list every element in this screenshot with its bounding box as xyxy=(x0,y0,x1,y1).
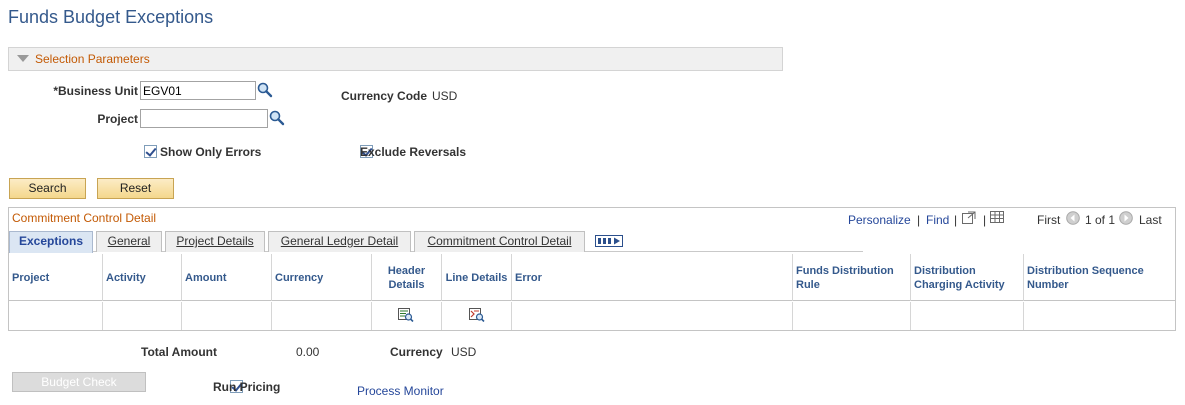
previous-arrow-icon[interactable] xyxy=(1066,211,1080,225)
section-label: Selection Parameters xyxy=(35,52,150,66)
col-header-error[interactable]: Error xyxy=(512,254,793,301)
process-monitor-link[interactable]: Process Monitor xyxy=(357,384,444,398)
footer-currency-label: Currency xyxy=(390,345,443,359)
selection-parameters-header[interactable]: Selection Parameters xyxy=(8,47,783,71)
project-label: Project xyxy=(97,112,138,126)
footer-currency-value: USD xyxy=(451,345,477,359)
tab-label: General xyxy=(107,234,151,248)
col-header-distribution-charging-activity[interactable]: Distribution Charging Activity xyxy=(911,254,1024,301)
tab-exceptions[interactable]: Exceptions xyxy=(9,231,93,253)
tab-label: Exceptions xyxy=(18,234,84,248)
view-all-icon[interactable] xyxy=(962,211,976,224)
row-range: 1 of 1 xyxy=(1085,213,1116,227)
exclude-reversals-label: Exclude Reversals xyxy=(360,145,467,159)
cell-funds-distribution-rule xyxy=(793,302,911,330)
nav-separator: | xyxy=(917,213,921,227)
find-link[interactable]: Find xyxy=(926,213,949,227)
page-title: Funds Budget Exceptions xyxy=(8,7,214,27)
nav-separator: | xyxy=(983,213,987,227)
last-label: Last xyxy=(1139,213,1162,227)
show-only-errors-label: Show Only Errors xyxy=(160,145,262,159)
reset-button[interactable]: Reset xyxy=(97,178,174,199)
nav-separator: | xyxy=(954,213,958,227)
grid-caption: Commitment Control Detail xyxy=(12,211,157,225)
tab-label: Commitment Control Detail xyxy=(427,234,572,248)
run-pricing-label: Run Pricing xyxy=(213,380,281,394)
show-only-errors-checkbox[interactable] xyxy=(144,145,157,158)
tab-general[interactable]: General xyxy=(96,231,162,252)
col-header-header-details: Header Details xyxy=(372,254,442,301)
tab-label: General Ledger Detail xyxy=(280,234,399,248)
cell-currency xyxy=(272,302,372,330)
project-input[interactable] xyxy=(140,109,268,128)
business-unit-input[interactable] xyxy=(140,81,256,100)
col-header-activity[interactable]: Activity xyxy=(103,254,182,301)
cell-activity xyxy=(103,302,182,330)
tab-label: Project Details xyxy=(176,234,254,248)
tab-commitment-control-detail[interactable]: Commitment Control Detail xyxy=(414,231,585,252)
col-header-project[interactable]: Project xyxy=(9,254,103,301)
cell-amount xyxy=(182,302,272,330)
tab-project-details[interactable]: Project Details xyxy=(165,231,265,252)
col-header-amount[interactable]: Amount xyxy=(182,254,272,301)
project-lookup-icon[interactable] xyxy=(269,110,285,126)
next-arrow-icon[interactable] xyxy=(1119,211,1133,225)
currency-code-label: Currency Code xyxy=(341,89,428,103)
cell-distribution-charging-activity xyxy=(911,302,1024,330)
collapse-triangle-icon[interactable] xyxy=(17,55,29,62)
business-unit-lookup-icon[interactable] xyxy=(257,82,273,98)
search-button[interactable]: Search xyxy=(9,178,86,199)
col-header-line-details: Line Details xyxy=(442,254,512,301)
line-details-drill-icon[interactable] xyxy=(469,308,485,322)
first-label: First xyxy=(1037,213,1061,227)
col-header-currency[interactable]: Currency xyxy=(272,254,372,301)
show-all-columns-icon[interactable] xyxy=(595,235,623,247)
budget-check-button[interactable]: Budget Check xyxy=(12,372,146,392)
cell-project xyxy=(9,302,103,330)
currency-code-value: USD xyxy=(432,89,458,103)
total-amount-label: Total Amount xyxy=(141,345,217,359)
download-grid-icon[interactable] xyxy=(990,211,1004,223)
business-unit-label: *Business Unit xyxy=(53,84,138,98)
col-header-funds-distribution-rule[interactable]: Funds Distribution Rule xyxy=(793,254,911,301)
header-details-drill-icon[interactable] xyxy=(398,308,414,322)
col-header-distribution-sequence-number[interactable]: Distribution Sequence Number xyxy=(1024,254,1175,301)
total-amount-value: 0.00 xyxy=(296,345,320,359)
personalize-link[interactable]: Personalize xyxy=(848,213,911,227)
cell-error xyxy=(512,302,793,330)
tab-general-ledger-detail[interactable]: General Ledger Detail xyxy=(268,231,411,252)
